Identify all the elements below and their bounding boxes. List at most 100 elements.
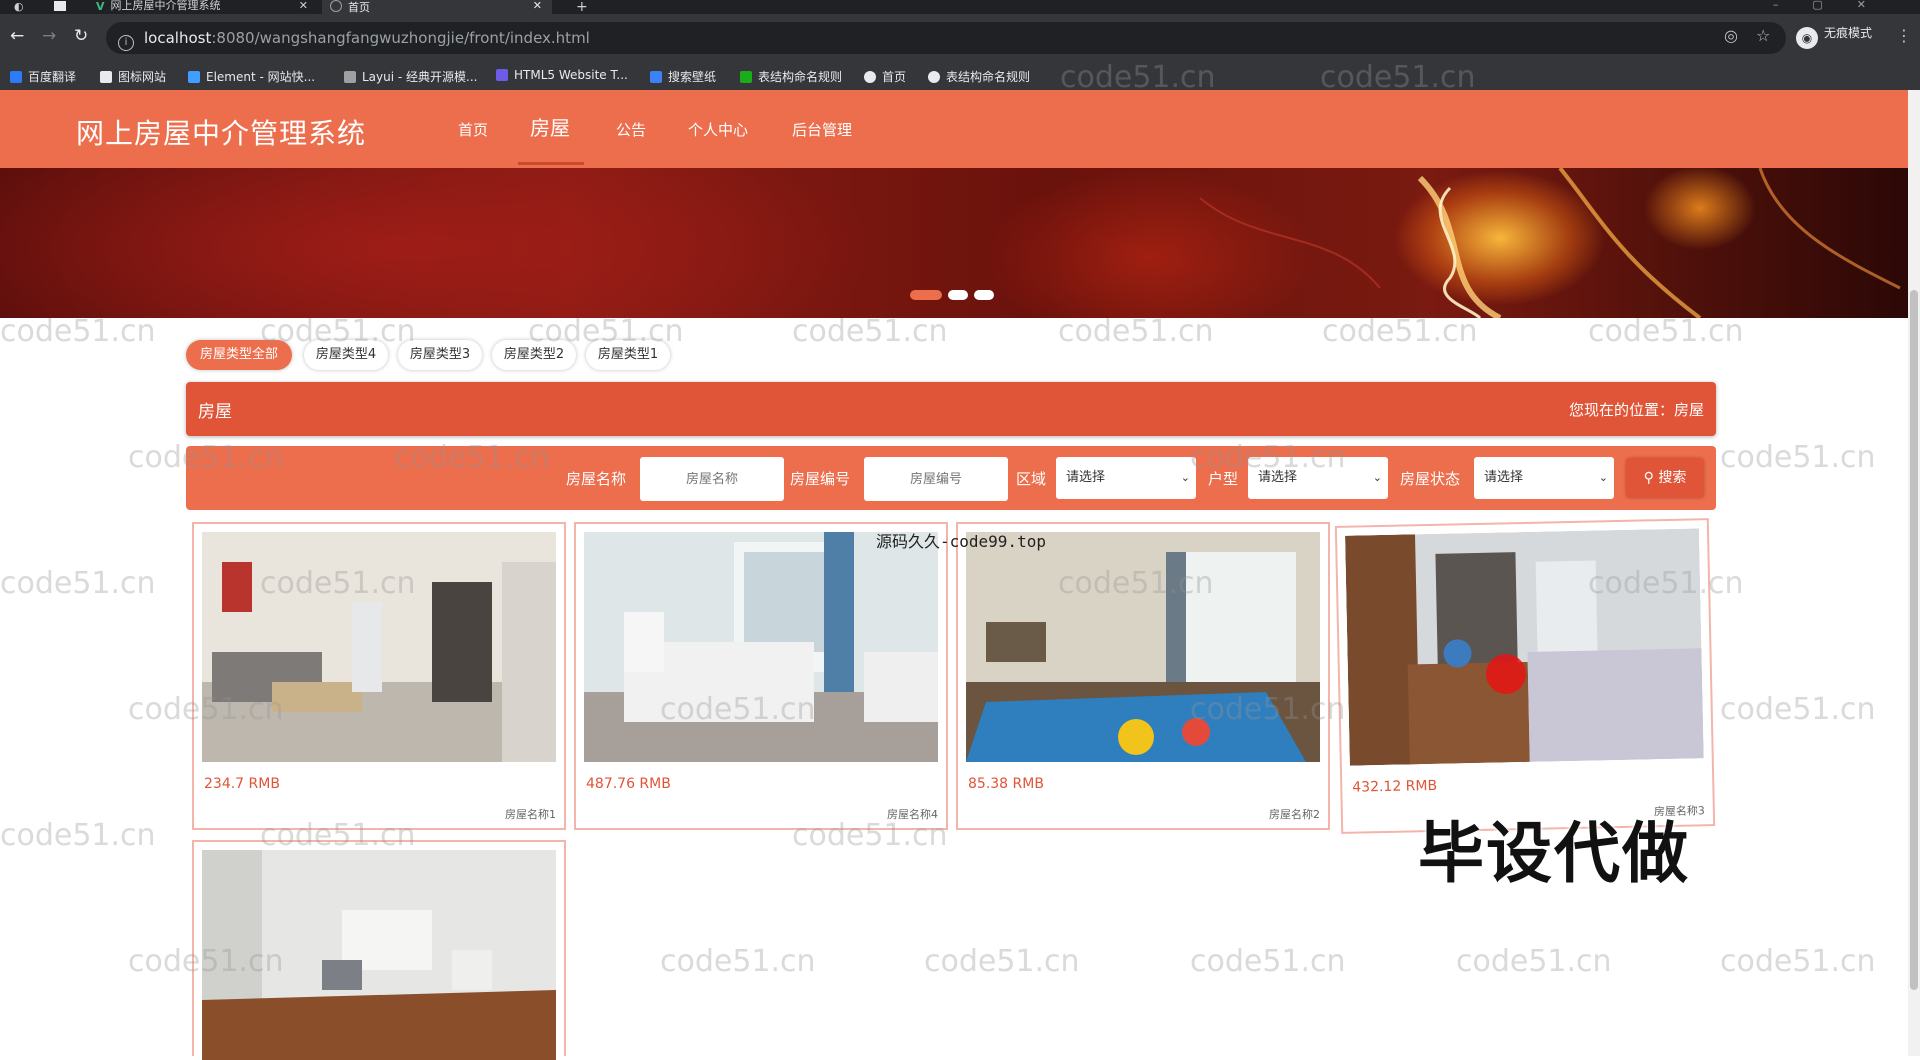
watermark: code51.cn — [1720, 440, 1876, 475]
house-card[interactable]: 234.7 RMB 房屋名称1 — [192, 522, 566, 830]
more-vert-icon[interactable]: ⋮ — [1896, 26, 1912, 45]
new-tab-button[interactable]: + — [576, 0, 588, 15]
globe-icon — [928, 71, 940, 83]
house-name-label: 房屋名称 — [566, 470, 627, 488]
tab-title: 首页 — [348, 1, 370, 14]
nav-profile[interactable]: 个人中心 — [688, 119, 748, 140]
site-header: 网上房屋中介管理系统 首页 房屋 公告 个人中心 后台管理 — [0, 90, 1908, 168]
incognito-icon: ◉ — [1796, 27, 1818, 49]
watermark: code51.cn — [1322, 314, 1478, 349]
info-icon[interactable]: i — [118, 35, 134, 51]
house-name[interactable]: 房屋名称2 — [1269, 806, 1320, 822]
bookmark-item[interactable]: 百度翻译 — [10, 68, 76, 85]
bookmark-item[interactable]: 表结构命名规则 — [740, 68, 842, 85]
carousel-dot[interactable] — [974, 290, 994, 300]
bookmark-item[interactable]: 搜索壁纸 — [650, 68, 716, 85]
url-field[interactable]: i localhost:8080/wangshangfangwuzhongjie/… — [106, 22, 1786, 54]
search-button-label: 搜索 — [1658, 470, 1687, 486]
incognito-badge[interactable]: ◉ 无痕模式 — [1796, 24, 1872, 49]
chrome-menu-icon[interactable]: ◐ — [14, 0, 24, 13]
house-photo[interactable] — [584, 532, 938, 762]
house-photo[interactable] — [1345, 528, 1704, 766]
window-controls[interactable]: –▢✕ — [1773, 0, 1900, 11]
browser-tabbar: ◐ V 网上房屋中介管理系统 ✕ 首页 ✕ + –▢✕ — [0, 0, 1920, 15]
bookmark-item[interactable]: 图标网站 — [100, 68, 166, 85]
watermark: code51.cn — [1720, 944, 1876, 979]
vue-icon: V — [96, 0, 105, 13]
house-card[interactable]: 487.76 RMB 房屋名称4 — [574, 522, 948, 830]
house-photo-art — [584, 532, 938, 762]
house-card[interactable]: 85.38 RMB 房屋名称2 — [956, 522, 1330, 830]
search-button[interactable]: ⚲ 搜索 — [1626, 458, 1704, 498]
layout-select-value: 请选择 — [1258, 470, 1298, 485]
tab-title: 网上房屋中介管理系统 — [110, 0, 221, 12]
bookmark-item[interactable]: Element - 网站快... — [188, 68, 315, 85]
status-select[interactable]: 请选择 ⌄ — [1474, 457, 1614, 499]
area-select[interactable]: 请选择 ⌄ — [1056, 457, 1196, 499]
watermark: code51.cn — [1058, 314, 1214, 349]
house-name-input[interactable] — [640, 457, 784, 501]
close-icon[interactable]: ✕ — [533, 0, 542, 12]
close-icon[interactable]: ✕ — [299, 0, 308, 12]
house-code-input[interactable] — [864, 457, 1008, 501]
watermark: code51.cn — [0, 818, 156, 853]
bookmark-label: 图标网站 — [118, 70, 167, 84]
nav-home[interactable]: 首页 — [458, 119, 488, 140]
type-tab-3[interactable]: 房屋类型3 — [398, 340, 482, 370]
flag-icon — [100, 71, 112, 83]
house-photo[interactable] — [202, 532, 556, 762]
tab-search-icon[interactable] — [54, 1, 66, 11]
globe-icon — [330, 0, 342, 12]
layout-label: 户型 — [1208, 470, 1239, 488]
type-tab-4[interactable]: 房屋类型4 — [304, 340, 388, 370]
bookmarks-bar: 百度翻译 图标网站 Element - 网站快... Layui - 经典开源模… — [0, 62, 1920, 91]
house-price: 487.76 RMB — [586, 776, 671, 792]
star-icon[interactable]: ☆ — [1756, 26, 1770, 45]
nav-admin[interactable]: 后台管理 — [792, 119, 852, 140]
bookmark-item[interactable]: 表结构命名规则 — [928, 68, 1030, 85]
house-card[interactable] — [192, 840, 566, 1060]
scrollbar-thumb[interactable] — [1910, 290, 1918, 990]
house-photo[interactable] — [966, 532, 1320, 762]
url-path: :8080/wangshangfangwuzhongjie/front/inde… — [211, 29, 590, 47]
back-arrow-icon[interactable]: ← — [10, 26, 24, 46]
house-name[interactable]: 房屋名称1 — [505, 806, 556, 822]
page-scrollbar[interactable] — [1908, 90, 1920, 1056]
browser-tab-home[interactable]: 首页 ✕ — [322, 0, 552, 14]
status-select-value: 请选择 — [1484, 470, 1524, 485]
section-title: 房屋 — [198, 402, 232, 422]
search-icon: ⚲ — [1643, 470, 1659, 486]
bookmark-item[interactable]: HTML5 Website T... — [496, 68, 628, 82]
bookmark-item[interactable]: Layui - 经典开源模... — [344, 68, 477, 85]
bookmark-label: 搜索壁纸 — [668, 70, 717, 84]
nav-houses[interactable]: 房屋 — [530, 112, 570, 141]
url-host: localhost — [144, 29, 212, 47]
type-tab-2[interactable]: 房屋类型2 — [492, 340, 576, 370]
watermark: code51.cn — [0, 566, 156, 601]
carousel-dot-active[interactable] — [910, 290, 942, 300]
nav-notices[interactable]: 公告 — [616, 119, 646, 140]
status-label: 房屋状态 — [1400, 470, 1461, 488]
translate-icon — [10, 71, 22, 83]
html5-icon — [496, 69, 508, 81]
type-tab-1[interactable]: 房屋类型1 — [586, 340, 670, 370]
house-photo[interactable] — [202, 850, 556, 1060]
house-name[interactable]: 房屋名称4 — [887, 806, 938, 822]
forward-arrow-icon[interactable]: → — [42, 26, 56, 46]
type-tab-all[interactable]: 房屋类型全部 — [186, 340, 292, 370]
bookmark-label: 表结构命名规则 — [946, 70, 1031, 84]
browser-tab-admin[interactable]: V 网上房屋中介管理系统 ✕ — [88, 0, 318, 14]
bookmark-item[interactable]: 首页 — [864, 68, 906, 85]
carousel-dot[interactable] — [948, 290, 968, 300]
house-code-label: 房屋编号 — [790, 470, 851, 488]
eye-off-icon[interactable]: ◎ — [1724, 26, 1738, 45]
chevron-down-icon: ⌄ — [1372, 471, 1382, 484]
active-nav-underline — [518, 162, 584, 165]
banner-carousel — [0, 168, 1908, 318]
watermark: code51.cn — [792, 314, 948, 349]
house-photo-art — [1345, 528, 1704, 766]
house-photo-art — [966, 532, 1320, 762]
reload-icon[interactable]: ↻ — [74, 26, 88, 46]
layout-select[interactable]: 请选择 ⌄ — [1248, 457, 1388, 499]
site-logo[interactable]: 网上房屋中介管理系统 — [76, 112, 366, 152]
